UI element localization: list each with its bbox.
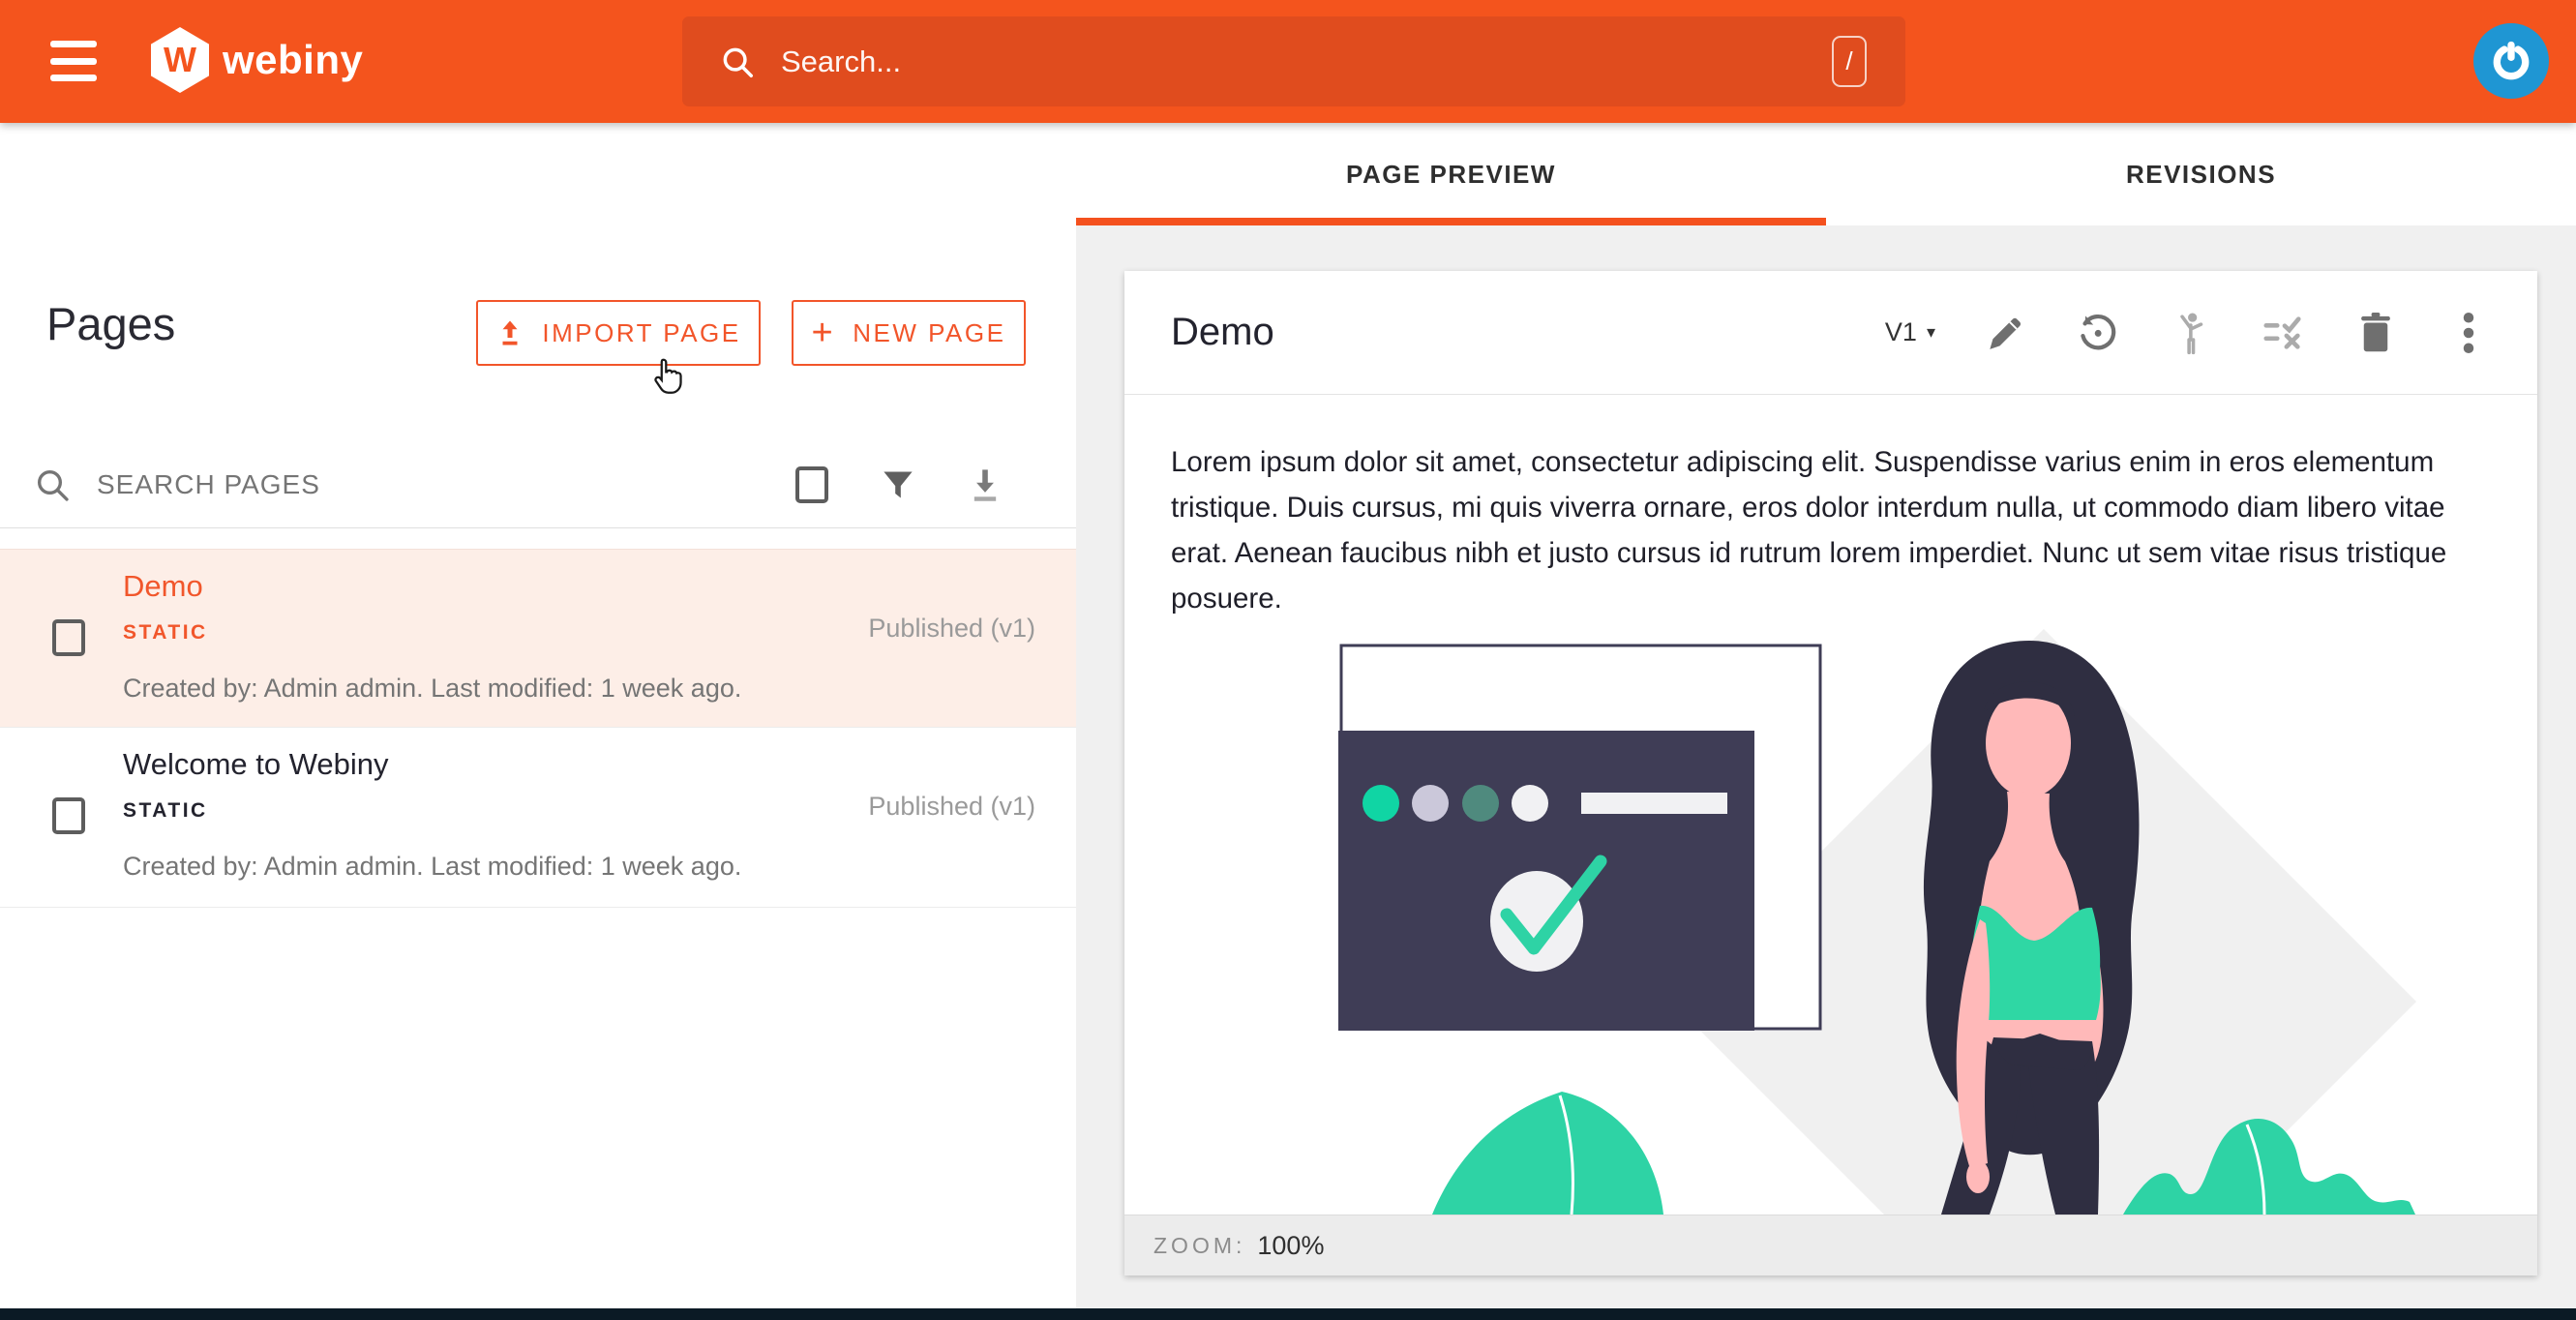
global-search-placeholder: Search... [781, 44, 902, 78]
page-title: Pages [46, 298, 176, 349]
search-shortcut-key: / [1832, 36, 1867, 87]
top-bar: W webiny Search... / [0, 0, 2576, 123]
person-icon [2180, 312, 2203, 354]
page-row-status: Published (v1) [868, 792, 1035, 821]
new-page-button[interactable]: + NEW PAGE [792, 300, 1026, 366]
details-tabs: PAGE PREVIEW REVISIONS [1076, 123, 2576, 225]
preview-zoom-bar: ZOOM: 100% [1124, 1215, 2537, 1275]
kebab-menu-icon [2463, 312, 2474, 353]
page-row-meta: Created by: Admin admin. Last modified: … [123, 674, 742, 703]
unpublish-button[interactable] [2259, 309, 2307, 357]
webiny-logo[interactable]: W webiny [151, 27, 363, 93]
page-row-meta: Created by: Admin admin. Last modified: … [123, 852, 742, 881]
webiny-hexagon-icon: W [151, 27, 209, 93]
delete-page-button[interactable] [2351, 309, 2400, 357]
hamburger-menu-icon[interactable] [50, 41, 97, 81]
list-check-x-icon [2263, 315, 2301, 349]
upload-icon [502, 320, 518, 345]
logo-letter: W [164, 40, 196, 79]
import-page-button[interactable]: IMPORT PAGE [476, 300, 761, 366]
page-row-type-badge: STATIC [123, 621, 208, 644]
pages-list-panel: Pages IMPORT PAGE + NEW PAGE SEARCH PAGE… [0, 123, 1076, 1308]
pages-search-row: SEARCH PAGES [0, 442, 1076, 528]
search-icon [723, 47, 753, 77]
edit-page-button[interactable] [1980, 309, 2028, 357]
global-search-input[interactable]: Search... / [682, 16, 1905, 106]
list-toolbar [795, 466, 1076, 503]
page-list-item-demo[interactable]: Demo STATIC Published (v1) Created by: A… [0, 549, 1076, 728]
caret-down-icon: ▾ [1926, 322, 1935, 342]
download-icon[interactable] [968, 466, 1003, 503]
select-all-checkbox[interactable] [795, 466, 828, 503]
zoom-value: 100% [1257, 1230, 1325, 1260]
row-checkbox[interactable] [52, 619, 85, 656]
mouse-cursor [654, 358, 682, 394]
row-checkbox[interactable] [52, 797, 85, 834]
version-label: V1 [1884, 317, 1917, 346]
webiny-admin-screen: W webiny Search... / Pages IMPORT PAGE +… [0, 0, 2576, 1320]
search-pages-icon [38, 470, 69, 501]
user-avatar[interactable] [2473, 23, 2549, 99]
page-row-type-badge: STATIC [123, 799, 208, 822]
revision-history-button[interactable] [2073, 309, 2121, 357]
logo-wordmark: webiny [223, 37, 364, 82]
preview-actions: V1 ▾ [1885, 309, 2493, 357]
zoom-label: ZOOM: [1153, 1232, 1246, 1258]
page-row-title[interactable]: Welcome to Webiny [123, 747, 389, 782]
more-options-button[interactable] [2444, 309, 2493, 357]
version-dropdown[interactable]: V1 ▾ [1885, 317, 1935, 347]
new-page-label: NEW PAGE [853, 317, 1006, 347]
page-details-panel: PAGE PREVIEW REVISIONS Demo V1 ▾ Lorem i… [1076, 123, 2576, 1308]
tab-page-preview[interactable]: PAGE PREVIEW [1076, 123, 1826, 225]
pencil-icon [1990, 317, 2022, 349]
filter-icon[interactable] [881, 467, 915, 502]
trash-icon [2361, 312, 2390, 351]
preview-card-header: Demo V1 ▾ [1124, 271, 2537, 395]
preview-page-title: Demo [1171, 311, 1274, 353]
history-restore-icon [2081, 314, 2116, 349]
page-row-title[interactable]: Demo [123, 569, 203, 604]
request-review-button[interactable] [2166, 309, 2214, 357]
search-pages-input[interactable]: SEARCH PAGES [97, 469, 795, 500]
page-body-text: Lorem ipsum dolor sit amet, consectetur … [1171, 446, 2447, 615]
import-page-label: IMPORT PAGE [542, 317, 741, 347]
page-preview-illustration [1338, 629, 2416, 1215]
page-list-item-welcome[interactable]: Welcome to Webiny STATIC Published (v1) … [0, 728, 1076, 908]
gravatar-power-icon [2493, 41, 2530, 80]
bottom-window-edge [0, 1308, 2576, 1320]
tab-revisions[interactable]: REVISIONS [1826, 123, 2576, 225]
page-preview-card: Demo V1 ▾ Lorem ipsum dolor sit amet, co… [1124, 271, 2537, 1275]
page-row-status: Published (v1) [868, 614, 1035, 643]
